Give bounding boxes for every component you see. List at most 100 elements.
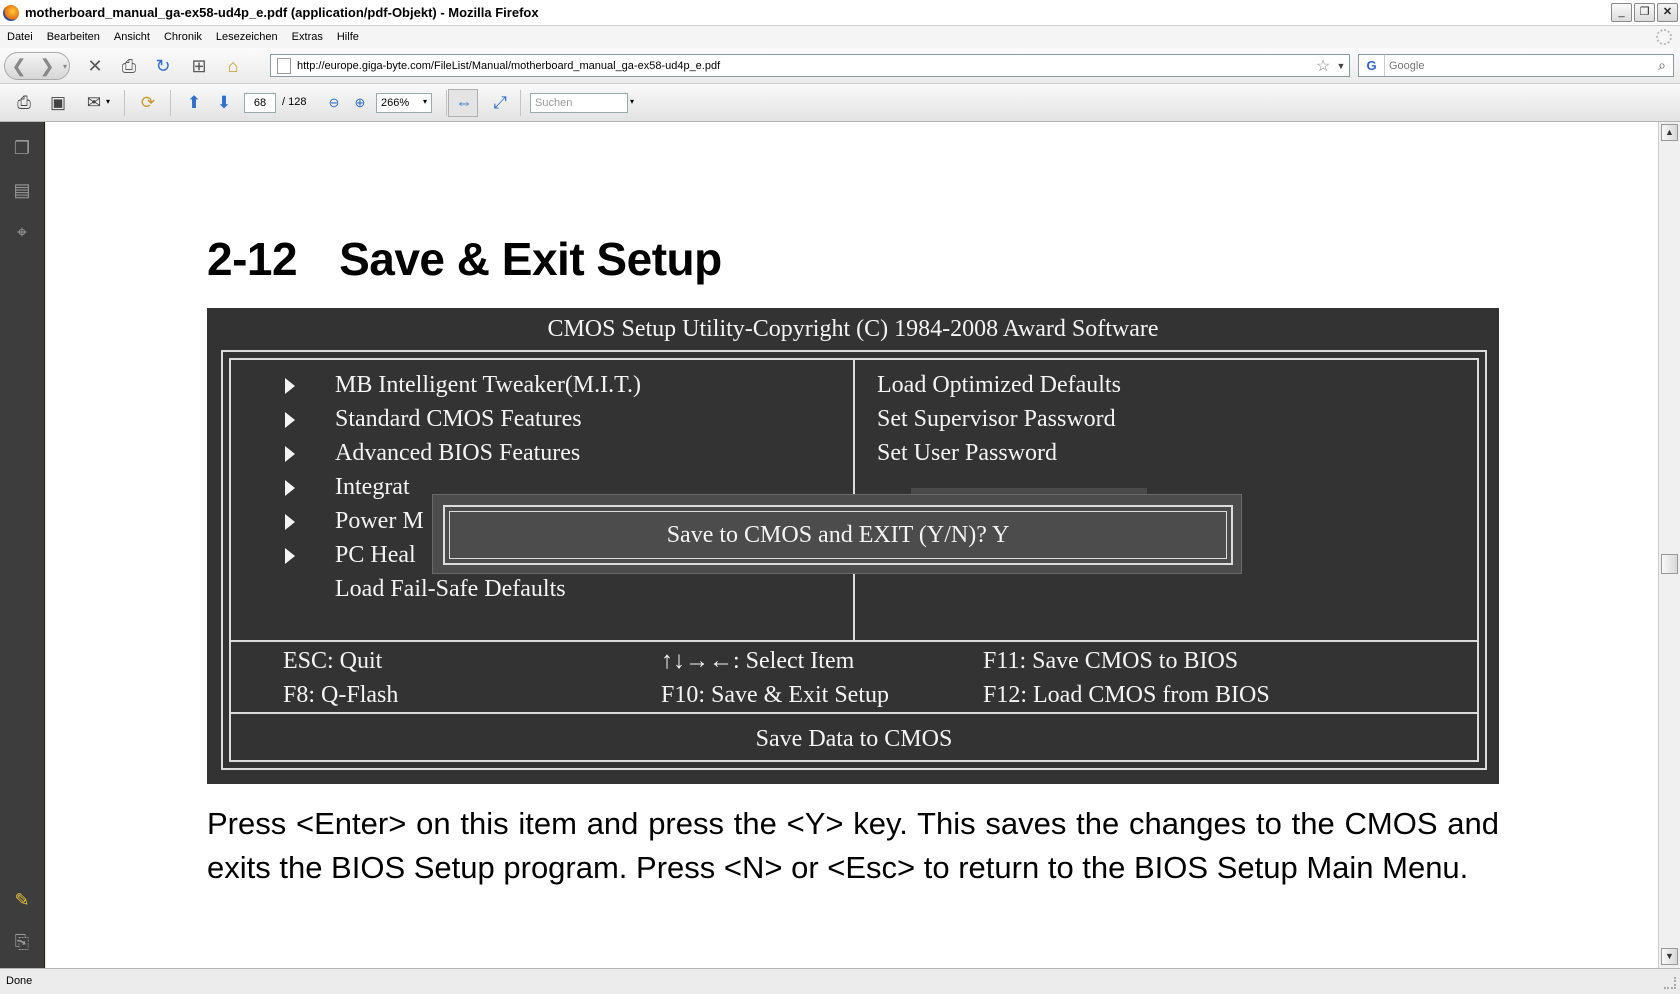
bios-item-mit: MB Intelligent Tweaker(M.I.T.) xyxy=(335,372,642,398)
next-page-button[interactable]: ⬇ xyxy=(212,91,236,115)
key-f8: F8: Q-Flash xyxy=(283,682,399,708)
zoom-out-button[interactable]: ⊖ xyxy=(322,91,346,115)
pdf-save-icon[interactable]: ▣ xyxy=(46,91,70,115)
menu-chronik[interactable]: Chronik xyxy=(157,31,209,43)
bookmarks-panel-icon[interactable]: ▤ xyxy=(10,178,34,202)
bios-item-fail-safe: Load Fail-Safe Defaults xyxy=(335,576,566,602)
forward-button[interactable]: ❯ xyxy=(33,56,61,77)
key-f11: F11: Save CMOS to BIOS xyxy=(983,648,1239,674)
toolbar-separator xyxy=(170,90,171,116)
toolbar-separator xyxy=(124,90,125,116)
url-bar[interactable]: http://europe.giga-byte.com/FileList/Man… xyxy=(270,54,1350,77)
bios-item-standard-cmos: Standard CMOS Features xyxy=(335,406,582,432)
restore-button[interactable]: ❐ xyxy=(1634,3,1655,22)
bios-confirm-dialog: Save to CMOS and EXIT (Y/N)? Y xyxy=(432,494,1242,574)
pdf-toolbar: ⎙ ▣ ✉ ▾ ⟳ ⬆ ⬇ 68 / 128 ⊖ ⊕ 266% ▾ ⇔ ⤢ Su… xyxy=(0,84,1680,122)
bios-item-power: Power M xyxy=(335,508,424,534)
reload-button[interactable]: ↻ xyxy=(150,53,176,79)
firefox-logo-icon xyxy=(3,4,19,21)
close-button[interactable]: ✕ xyxy=(1657,3,1678,22)
submenu-arrow-icon xyxy=(285,412,295,428)
pages-panel-icon[interactable]: ❐ xyxy=(10,136,34,160)
vertical-scrollbar[interactable]: ▲ ▼ xyxy=(1658,122,1680,968)
google-engine-icon[interactable]: G xyxy=(1359,55,1385,76)
pdf-collaborate-icon[interactable]: ⟳ xyxy=(136,91,160,115)
bios-screenshot: CMOS Setup Utility-Copyright (C) 1984-20… xyxy=(207,308,1499,784)
bios-item-advanced-bios: Advanced BIOS Features xyxy=(335,440,581,466)
submenu-arrow-icon xyxy=(285,480,295,496)
find-panel-icon[interactable]: ⌖ xyxy=(10,220,34,244)
pdf-email-icon[interactable]: ✉ xyxy=(82,91,106,115)
page-total: / 128 xyxy=(282,96,307,108)
find-dropdown-icon[interactable]: ▾ xyxy=(630,97,634,106)
bookmark-star-icon[interactable]: ☆ xyxy=(1313,56,1333,76)
key-f12: F12: Load CMOS from BIOS xyxy=(983,682,1270,708)
zoom-dropdown-icon[interactable]: ▾ xyxy=(423,97,427,106)
dialog-message: Save to CMOS and EXIT (Y/N)? Y xyxy=(449,511,1227,559)
search-icon[interactable]: ⌕ xyxy=(1651,57,1673,74)
previous-page-button[interactable]: ⬆ xyxy=(182,91,206,115)
status-bar: Done xyxy=(0,968,1680,994)
body-paragraph: Press <Enter> on this item and press the… xyxy=(207,806,1499,885)
window-titlebar: motherboard_manual_ga-ex58-ud4p_e.pdf (a… xyxy=(0,0,1680,26)
navigation-toolbar: ❮ ❯ ▾ ✕ ⎙ ↻ ⊞ ⌂ http://europe.giga-byte.… xyxy=(0,48,1680,84)
toolbar-separator xyxy=(446,90,447,116)
page-icon xyxy=(277,57,291,74)
menu-ansicht[interactable]: Ansicht xyxy=(107,31,157,43)
stop-button[interactable]: ✕ xyxy=(82,53,108,79)
section-title: Save & Exit Setup xyxy=(339,233,722,285)
section-number: 2-12 xyxy=(207,233,298,285)
pdf-print-icon[interactable]: ⎙ xyxy=(12,91,36,115)
url-dropdown-icon[interactable]: ▼ xyxy=(1333,61,1349,71)
attachments-panel-icon[interactable]: ⎘ xyxy=(10,930,34,954)
key-f10: F10: Save & Exit Setup xyxy=(661,682,889,708)
bios-key-legend: ESC: Quit ↑↓→←: Select Item F11: Save CM… xyxy=(231,644,1477,714)
scroll-up-button[interactable]: ▲ xyxy=(1661,124,1678,141)
throbber-icon xyxy=(1656,29,1672,45)
home-button[interactable]: ⌂ xyxy=(220,53,246,79)
submenu-arrow-icon xyxy=(285,514,295,530)
menu-lesezeichen[interactable]: Lesezeichen xyxy=(209,31,285,43)
bios-status-line: Save Data to CMOS xyxy=(755,726,953,752)
pdf-document-view[interactable]: 2-12 Save & Exit Setup CMOS Setup Utility… xyxy=(46,122,1658,968)
window-title: motherboard_manual_ga-ex58-ud4p_e.pdf (a… xyxy=(25,5,539,20)
scroll-down-button[interactable]: ▼ xyxy=(1661,948,1678,965)
email-dropdown-icon[interactable]: ▾ xyxy=(106,97,110,106)
comments-panel-icon[interactable]: ✎ xyxy=(10,888,34,912)
submenu-arrow-icon xyxy=(285,378,295,394)
zoom-in-button[interactable]: ⊕ xyxy=(348,91,372,115)
print-icon[interactable]: ⎙ xyxy=(116,53,142,79)
url-text[interactable]: http://europe.giga-byte.com/FileList/Man… xyxy=(297,60,1313,72)
bios-item-supervisor-pw: Set Supervisor Password xyxy=(877,406,1116,432)
bios-item-integrated: Integrat xyxy=(335,474,410,500)
menu-extras[interactable]: Extras xyxy=(285,31,330,43)
fit-width-icon: ⇔ xyxy=(455,93,473,112)
section-heading: 2-12 Save & Exit Setup xyxy=(207,232,722,286)
menu-bar: Datei Bearbeiten Ansicht Chronik Lesezei… xyxy=(0,26,1680,48)
bios-title: CMOS Setup Utility-Copyright (C) 1984-20… xyxy=(547,316,1159,342)
resize-grip-icon[interactable] xyxy=(1664,977,1676,989)
key-esc: ESC: Quit xyxy=(283,648,383,674)
menu-bearbeiten[interactable]: Bearbeiten xyxy=(40,31,107,43)
pdf-page: 2-12 Save & Exit Setup CMOS Setup Utility… xyxy=(46,122,1658,968)
fit-page-button[interactable]: ⤢ xyxy=(488,91,512,115)
bios-item-pc-health: PC Heal xyxy=(335,542,416,568)
menu-hilfe[interactable]: Hilfe xyxy=(330,31,366,43)
dialog-frame: Save to CMOS and EXIT (Y/N)? Y xyxy=(443,505,1233,565)
submenu-arrow-icon xyxy=(285,446,295,462)
back-button[interactable]: ❮ xyxy=(5,56,33,77)
search-input[interactable] xyxy=(1385,59,1651,72)
minimize-button[interactable]: _ xyxy=(1611,3,1632,22)
back-forward-group: ❮ ❯ ▾ xyxy=(4,52,70,80)
bios-item-user-pw: Set User Password xyxy=(877,440,1057,466)
menu-datei[interactable]: Datei xyxy=(0,31,40,43)
new-tab-button[interactable]: ⊞ xyxy=(186,53,212,79)
search-bar[interactable]: G ⌕ xyxy=(1358,54,1674,77)
pdf-navigation-pane: ❐ ▤ ⌖ ✎ ⎘ xyxy=(0,122,45,968)
scroll-thumb[interactable] xyxy=(1661,554,1678,574)
history-dropdown-icon[interactable]: ▾ xyxy=(61,62,69,71)
bios-item-optimized: Load Optimized Defaults xyxy=(877,372,1121,398)
page-number-input[interactable]: 68 xyxy=(244,93,276,113)
submenu-arrow-icon xyxy=(285,548,295,564)
find-input[interactable]: Suchen xyxy=(530,93,628,113)
